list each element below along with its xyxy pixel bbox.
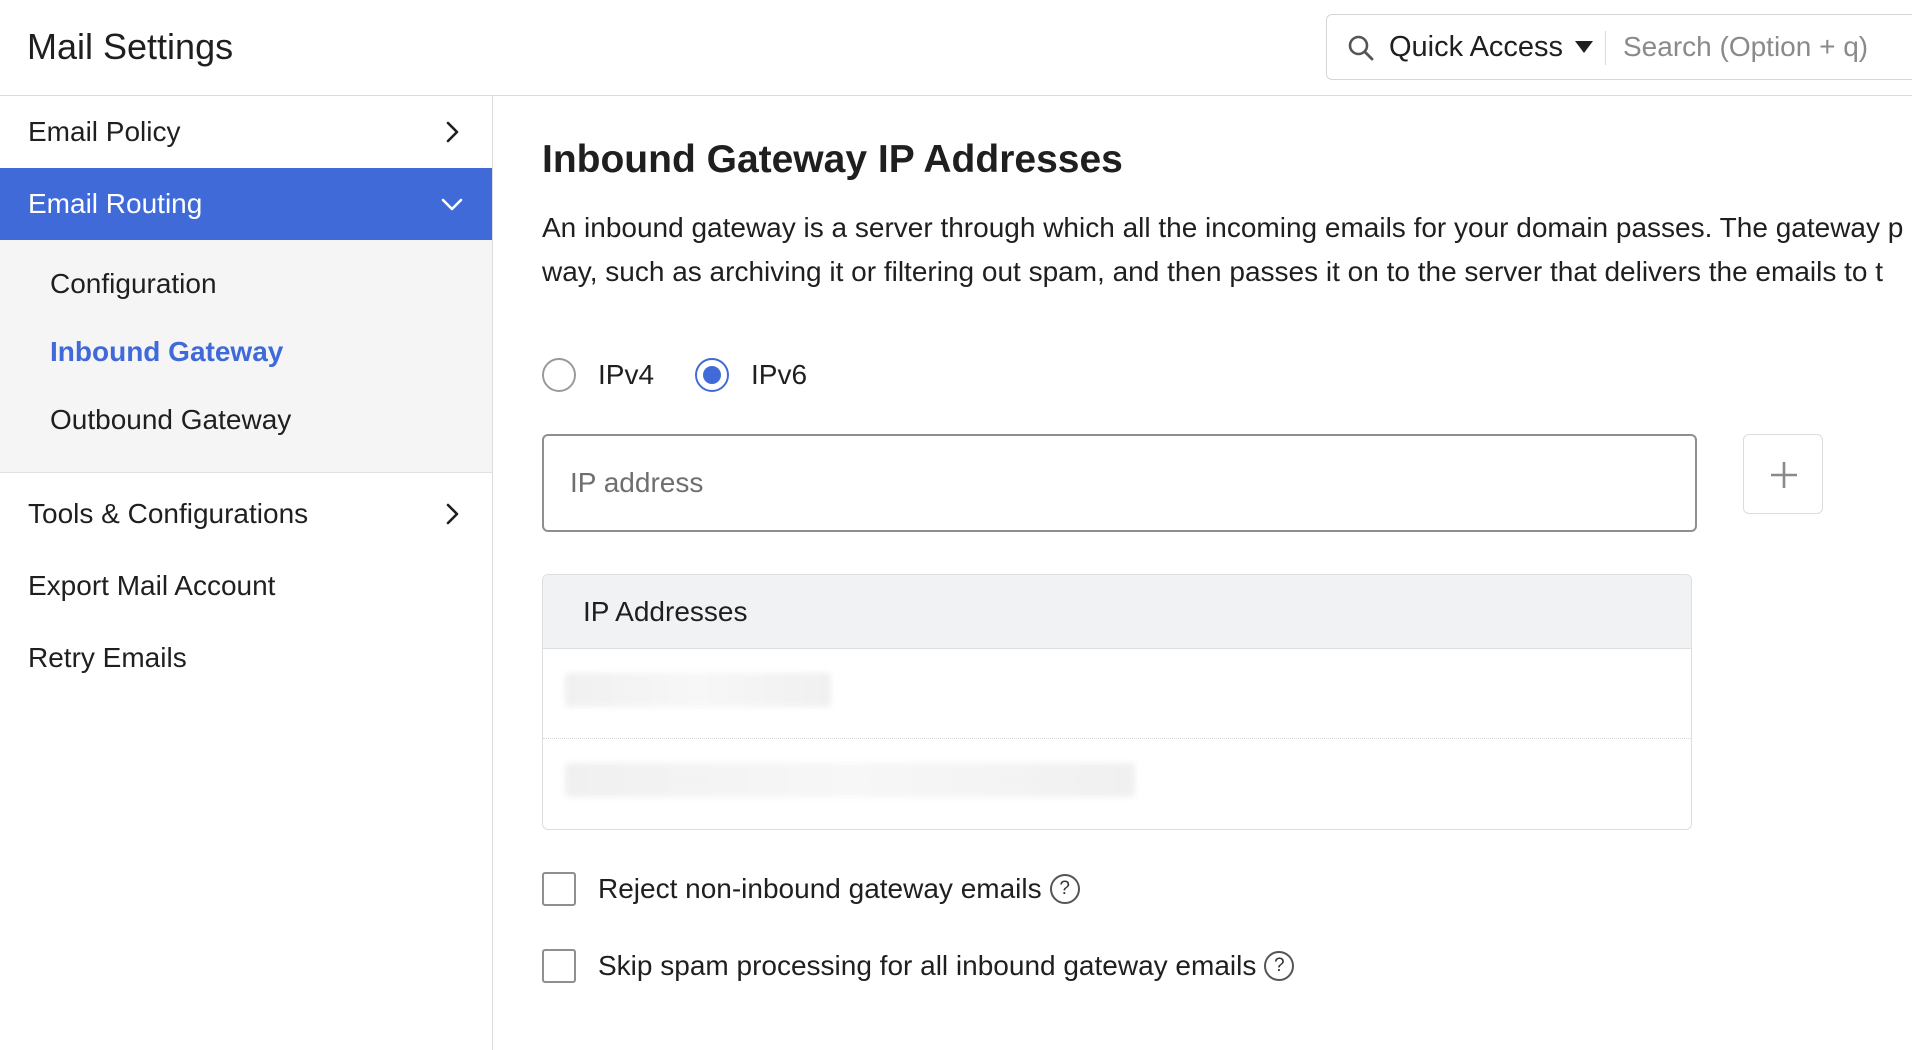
add-ip-button[interactable] [1743,434,1823,514]
table-row [543,739,1691,829]
checkbox-label: Reject non-inbound gateway emails [598,873,1042,904]
top-header: Mail Settings Quick Access [0,0,1912,96]
chevron-right-icon [446,121,459,143]
ipv4-radio[interactable]: IPv4 [542,358,654,392]
radio-label: IPv6 [751,359,808,390]
ip-addresses-table: IP Addresses [542,574,1692,830]
main-content: Inbound Gateway IP Addresses An inbound … [493,96,1912,1050]
sidebar-item-email-routing[interactable]: Email Routing [0,168,492,240]
sidebar-item-email-policy[interactable]: Email Policy [0,96,492,168]
redacted-ip-value [565,673,831,707]
sidebar-item-retry-emails[interactable]: Retry Emails [0,622,492,694]
quick-access-label: Quick Access [1389,30,1564,63]
description-line: way, such as archiving it or filtering o… [542,256,1884,287]
app-title: Mail Settings [27,26,234,67]
page-description: An inbound gateway is a server through w… [542,206,1912,294]
sidebar-item-label: Email Routing [28,188,203,219]
ip-address-input[interactable] [542,434,1697,532]
sidebar-item-label: Retry Emails [28,642,187,673]
app-window: Mail Settings Quick Access Email Policy … [0,0,1912,1050]
help-icon[interactable]: ? [1264,951,1295,981]
sidebar-item-label: Export Mail Account [28,570,276,601]
chevron-down-icon [441,198,463,211]
caret-down-icon [1575,41,1594,53]
table-row [543,649,1691,739]
sidebar-item-label: Email Policy [28,116,181,147]
submenu-item-inbound-gateway[interactable]: Inbound Gateway [50,336,283,376]
ipv6-radio[interactable]: IPv6 [695,358,807,392]
reject-non-inbound-checkbox[interactable]: Reject non-inbound gateway emails ? [542,872,1080,906]
checkbox-box [542,949,576,983]
email-routing-submenu: Configuration Inbound Gateway Outbound G… [0,240,492,473]
description-line: An inbound gateway is a server through w… [542,212,1904,243]
search-divider [1605,31,1606,65]
radio-circle [542,358,576,392]
plus-icon [1771,462,1797,488]
radio-circle [695,358,729,392]
skip-spam-processing-checkbox[interactable]: Skip spam processing for all inbound gat… [542,949,1295,983]
submenu-item-configuration[interactable]: Configuration [50,268,217,308]
checkbox-label: Skip spam processing for all inbound gat… [598,950,1257,981]
checkbox-box [542,872,576,906]
sidebar-item-export-mail-account[interactable]: Export Mail Account [0,550,492,622]
sidebar-item-tools-configurations[interactable]: Tools & Configurations [0,478,492,550]
sidebar-item-label: Tools & Configurations [28,498,309,529]
chevron-right-icon [446,503,459,525]
table-header: IP Addresses [543,575,1691,649]
search-bar: Quick Access [1326,14,1912,80]
sidebar: Email Policy Email Routing Configuration… [0,96,493,1050]
redacted-ip-value [565,763,1135,797]
search-input[interactable] [1623,27,1912,67]
page-title: Inbound Gateway IP Addresses [542,138,1123,181]
search-icon[interactable] [1347,34,1375,62]
help-icon[interactable]: ? [1049,874,1080,904]
quick-access-dropdown[interactable]: Quick Access [1389,29,1594,65]
submenu-item-outbound-gateway[interactable]: Outbound Gateway [50,404,291,444]
radio-label: IPv4 [598,359,655,390]
